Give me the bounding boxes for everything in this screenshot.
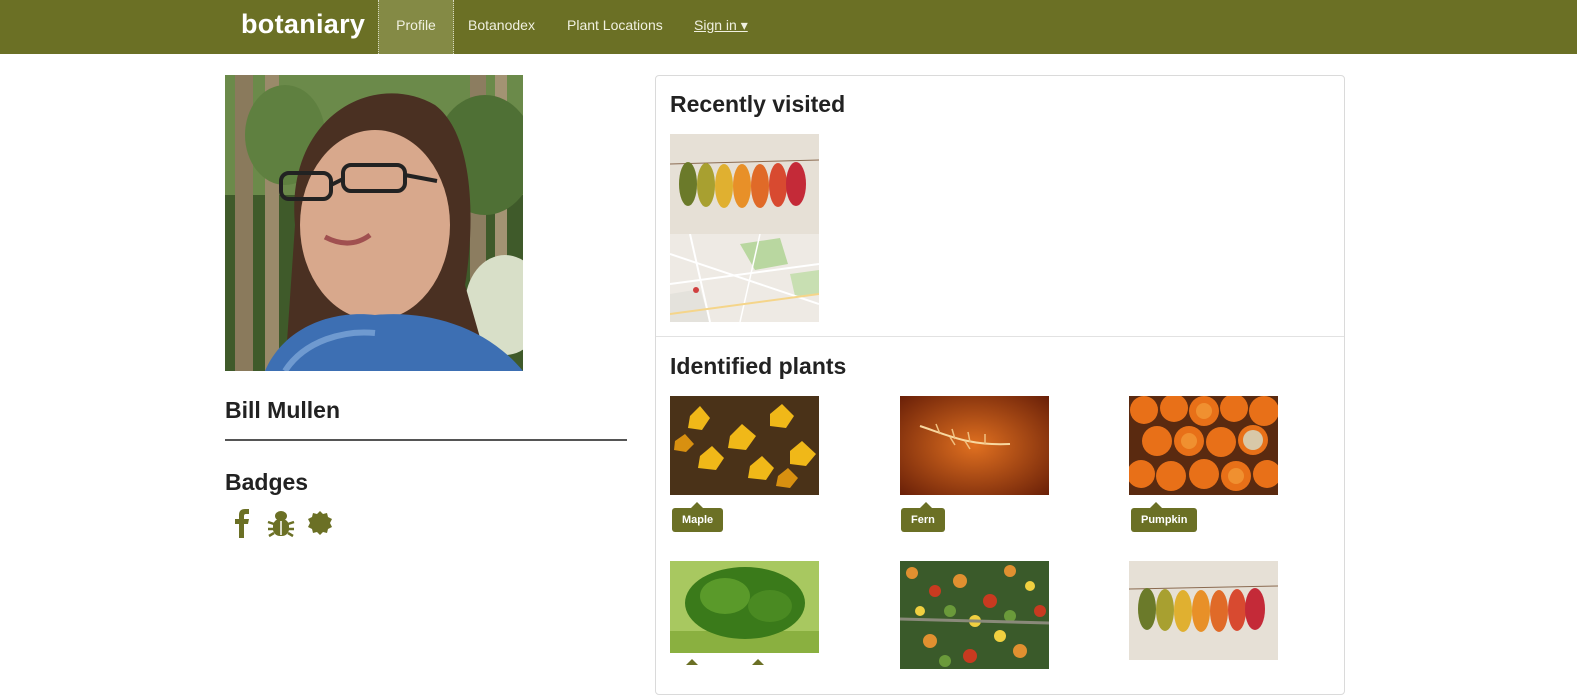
- recently-visited-heading: Recently visited: [670, 91, 846, 117]
- plant-card-fern[interactable]: [900, 396, 1049, 495]
- seal-badge-icon[interactable]: [306, 508, 334, 538]
- plant-card-maple[interactable]: [670, 396, 819, 495]
- nav-profile[interactable]: Profile: [378, 0, 454, 54]
- identified-plants-heading: Identified plants: [670, 353, 847, 379]
- recent-item-leaves[interactable]: [670, 134, 819, 234]
- facebook-icon[interactable]: [230, 508, 258, 538]
- divider: [225, 439, 627, 441]
- bug-icon[interactable]: [267, 508, 295, 538]
- plant-tag-pointer: [752, 659, 764, 665]
- section-divider: [656, 336, 1344, 337]
- plant-card-shrub[interactable]: [670, 561, 819, 653]
- plant-card-pumpkin[interactable]: [1129, 396, 1278, 495]
- recent-item-map[interactable]: [670, 234, 819, 322]
- plant-tag-pumpkin[interactable]: Pumpkin: [1131, 502, 1198, 532]
- plant-tag-pointer: [686, 659, 698, 665]
- nav-sign-in-dropdown[interactable]: Sign in ▾: [694, 0, 748, 54]
- plant-card-forest[interactable]: [900, 561, 1049, 669]
- user-name: Bill Mullen: [225, 397, 340, 423]
- badges-heading: Badges: [225, 469, 309, 495]
- plant-tag-maple[interactable]: Maple: [672, 502, 724, 532]
- plant-card-leaves[interactable]: [1129, 561, 1278, 660]
- nav-plant-locations[interactable]: Plant Locations: [567, 0, 663, 54]
- avatar: [225, 75, 523, 371]
- nav-botanodex[interactable]: Botanodex: [468, 0, 535, 54]
- navbar: botaniary Profile Botanodex Plant Locati…: [0, 0, 1577, 54]
- plant-tag-fern[interactable]: Fern: [901, 502, 945, 532]
- brand-logo[interactable]: botaniary: [241, 9, 365, 40]
